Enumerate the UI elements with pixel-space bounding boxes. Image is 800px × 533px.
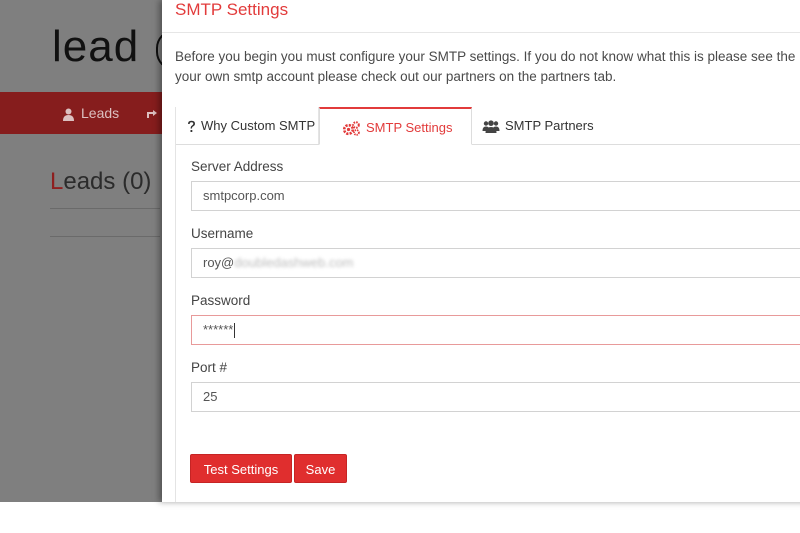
password-input[interactable]: ****** <box>191 315 800 345</box>
redacted-email-domain: doubledashweb.com <box>234 255 354 270</box>
save-button[interactable]: Save <box>294 454 347 483</box>
port-label: Port # <box>191 360 228 375</box>
question-icon <box>188 120 195 133</box>
user-icon <box>63 108 74 121</box>
text-caret <box>234 323 236 339</box>
modal-title: SMTP Settings <box>175 0 289 19</box>
username-input[interactable]: roy@doubledashweb.com <box>191 248 800 278</box>
tab-why-custom-smtp-label: Why Custom SMTP <box>201 118 316 133</box>
gears-icon <box>342 121 360 136</box>
port-input[interactable]: 25 <box>191 382 800 412</box>
modal-intro-text: Before you begin you must configure your… <box>175 49 796 84</box>
username-label: Username <box>191 226 254 241</box>
smtp-settings-modal: SMTP Settings Before you begin you must … <box>162 0 800 502</box>
tab-why-custom-smtp[interactable]: Why Custom SMTP <box>175 107 319 144</box>
password-label: Password <box>191 293 251 308</box>
divider <box>50 236 160 237</box>
smtp-settings-panel: Server Address smtpcorp.com Username roy… <box>175 144 800 502</box>
divider <box>50 208 160 209</box>
tab-smtp-settings-label: SMTP Settings <box>366 120 453 135</box>
modal-header-divider <box>162 32 800 33</box>
page-title: Leads (0) <box>50 168 152 195</box>
nav-item-leads-label: Leads <box>81 105 120 121</box>
users-icon <box>482 120 500 134</box>
tab-bar: Why Custom SMTP SMTP Settings SMTP Partn… <box>175 107 800 145</box>
tab-smtp-partners-label: SMTP Partners <box>505 118 594 133</box>
tab-smtp-settings[interactable]: SMTP Settings <box>319 107 472 145</box>
server-address-label: Server Address <box>191 159 284 174</box>
app-logo: lead <box>52 22 140 71</box>
tab-smtp-partners[interactable]: SMTP Partners <box>472 107 612 144</box>
test-settings-button[interactable]: Test Settings <box>190 454 292 483</box>
retweet-icon <box>147 109 157 118</box>
server-address-input[interactable]: smtpcorp.com <box>191 181 800 211</box>
nav-item-leads[interactable]: Leads <box>62 92 119 134</box>
